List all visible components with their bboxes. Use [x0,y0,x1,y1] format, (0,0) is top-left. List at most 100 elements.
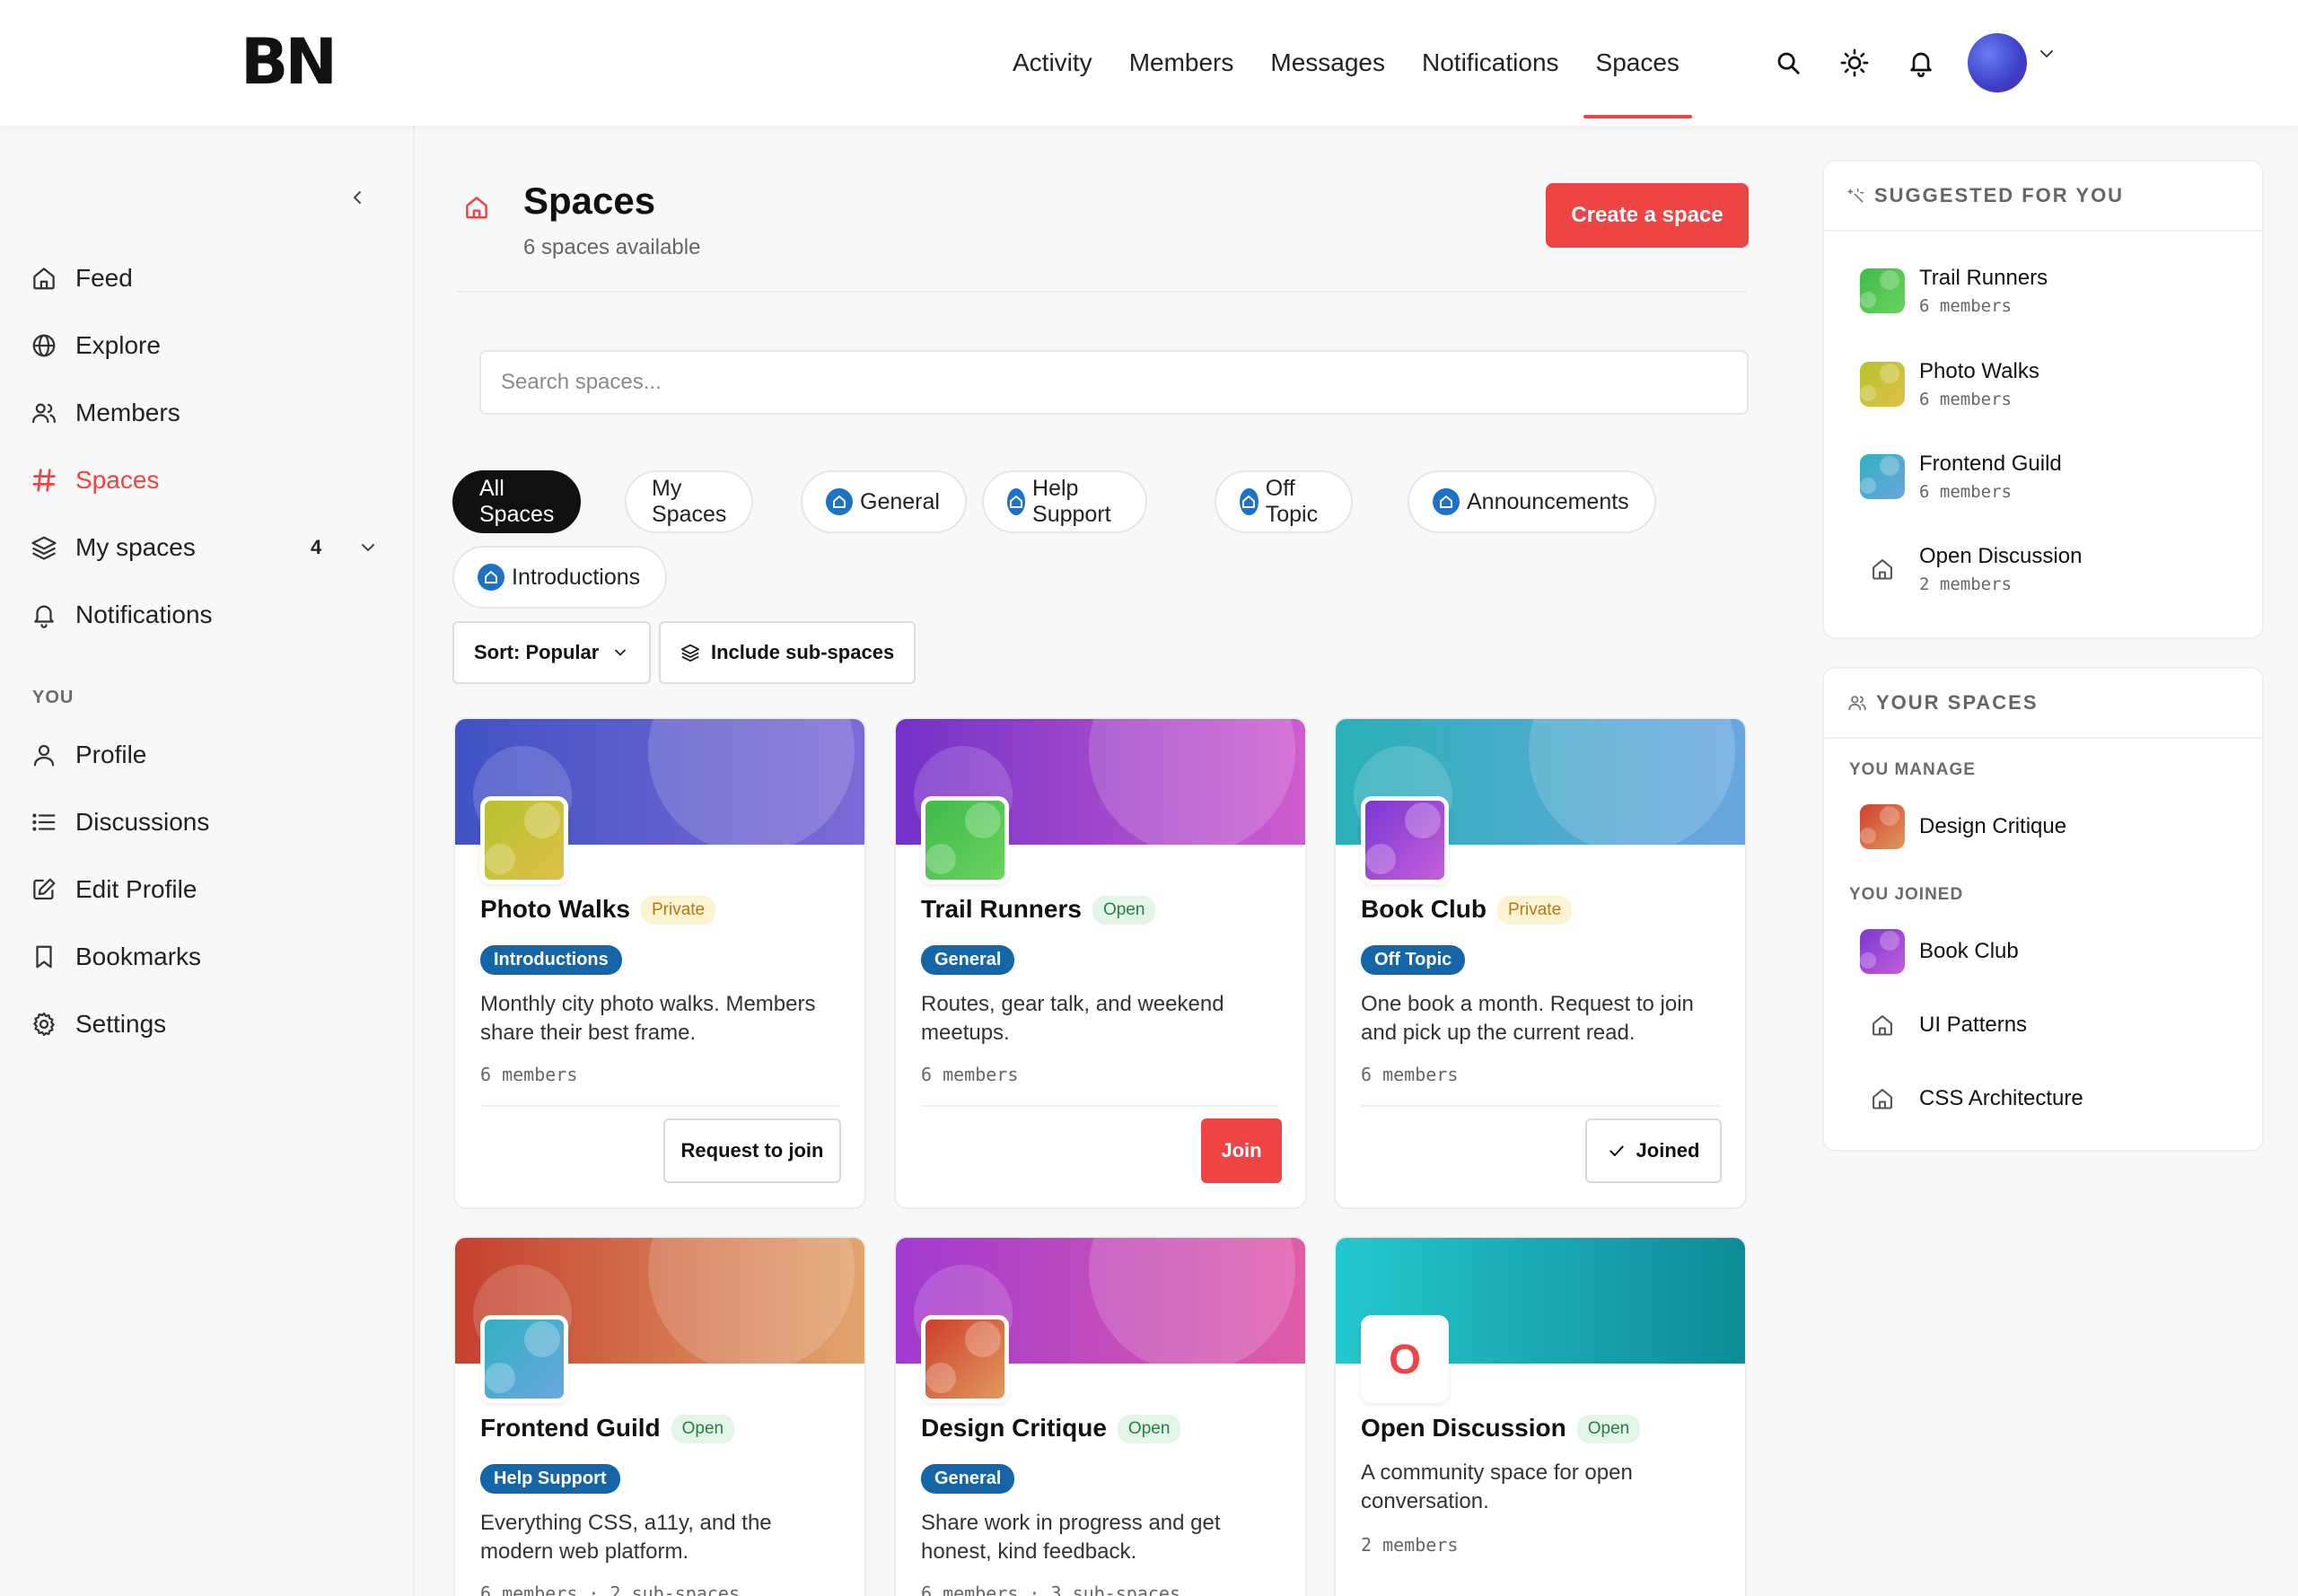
sidebar-item-feed[interactable]: Feed [31,255,390,302]
users-icon [32,403,56,424]
nav-activity[interactable]: Activity [1013,0,1092,126]
sidebar-item-discussions[interactable]: Discussions [31,799,390,846]
chip-help-support[interactable]: Help Support [982,470,1147,533]
check-icon [1609,1145,1624,1156]
you-manage-label: YOU MANAGE [1849,760,1976,779]
space-avatar [1361,796,1449,884]
space-card[interactable]: Photo Walks Private Introductions Monthly… [453,717,866,1209]
bell-icon[interactable] [1901,43,1941,83]
managed-space-item[interactable]: Design Critique [1860,804,2066,849]
search-icon[interactable] [1768,43,1808,83]
member-count: 6 members · 2 sub-spaces [480,1583,740,1596]
subspaces-label: Include sub-spaces [711,641,895,663]
member-count: 6 members · 3 sub-spaces [921,1583,1180,1596]
joined-label: Joined [1636,1139,1700,1162]
space-card[interactable]: Trail Runners Open General Routes, gear t… [894,717,1307,1209]
joined-space-item[interactable]: CSS Architecture [1860,1076,2083,1121]
logo[interactable]: BN [241,25,338,99]
chip-general[interactable]: General [801,470,967,533]
space-title[interactable]: Frontend Guild [480,1414,661,1442]
space-description: Monthly city photo walks. Members share … [480,992,816,1045]
chip-all-spaces[interactable]: All Spaces [452,470,582,533]
suggested-item[interactable]: Frontend Guild 6 members [1860,452,2062,502]
category-badge[interactable]: Introductions [480,945,622,975]
nav-members[interactable]: Members [1129,0,1234,126]
bookmark-icon [36,945,52,969]
chevron-down-icon [615,649,627,656]
category-badge[interactable]: General [921,1464,1015,1494]
category-badge[interactable]: Off Topic [1361,945,1466,975]
member-count: 2 members [1361,1534,1459,1556]
nav-messages[interactable]: Messages [1270,0,1385,126]
space-card[interactable]: O Open Discussion Open A community space … [1334,1236,1747,1596]
space-home-icon [478,564,504,591]
nav-spaces[interactable]: Spaces [1583,0,1693,126]
status-badge: Open [671,1415,735,1443]
chip-announcements[interactable]: Announcements [1408,470,1656,533]
sidebar-item-edit-profile[interactable]: Edit Profile [31,866,390,913]
chip-label: Off Topic [1265,476,1319,527]
create-space-button[interactable]: Create a space [1546,183,1749,248]
space-card[interactable]: Design Critique Open General Share work i… [894,1236,1307,1596]
sidebar-item-notifications[interactable]: Notifications [31,592,390,638]
joined-space-item[interactable]: UI Patterns [1860,1003,2027,1048]
suggested-members: 2 members [1919,574,2012,594]
space-card[interactable]: Book Club Private Off Topic One book a mo… [1334,717,1747,1209]
chevron-down-icon[interactable] [357,537,379,558]
space-avatar [1860,804,1905,849]
chip-my-spaces[interactable]: My Spaces [625,470,754,533]
sidebar-item-settings[interactable]: Settings [31,1001,390,1048]
space-home-icon [826,488,853,515]
chip-label: Announcements [1467,488,1629,514]
space-title[interactable]: Design Critique [921,1414,1107,1442]
category-badge[interactable]: General [921,945,1015,975]
chip-off-topic[interactable]: Off Topic [1215,470,1354,533]
card-title-row: Trail Runners Open [921,895,1156,925]
suggested-title: SUGGESTED FOR YOU [1874,184,2125,206]
chip-introductions[interactable]: Introductions [452,546,668,609]
space-home-icon [1240,488,1259,515]
space-name: UI Patterns [1919,1013,2028,1037]
joined-space-item[interactable]: Book Club [1860,929,2019,974]
space-avatar-letter: O [1361,1315,1449,1403]
space-title[interactable]: Photo Walks [480,895,630,923]
request-to-join-button[interactable]: Request to join [663,1118,841,1183]
sidebar-item-label: Explore [75,331,161,359]
sidebar-item-explore[interactable]: Explore [31,322,390,369]
search-input[interactable] [479,350,1749,415]
top-nav: Activity Members Messages Notifications … [1013,0,1716,126]
space-title[interactable]: Open Discussion [1361,1414,1566,1442]
sidebar-item-profile[interactable]: Profile [31,732,390,778]
sidebar-item-bookmarks[interactable]: Bookmarks [31,934,390,980]
globe-icon [32,334,56,357]
sidebar-item-members[interactable]: Members [31,390,390,436]
status-badge: Open [1576,1415,1641,1443]
suggested-item[interactable]: Trail Runners 6 members [1860,266,2048,316]
sort-dropdown[interactable]: Sort: Popular [452,621,652,684]
user-menu[interactable] [1968,33,2057,92]
space-avatar [1860,929,1905,974]
sidebar-item-spaces[interactable]: Spaces [31,457,390,504]
space-avatar [1860,454,1905,499]
joined-button[interactable]: Joined [1585,1118,1722,1183]
suggested-item[interactable]: Photo Walks 6 members [1860,359,2039,409]
sidebar-item-label: My spaces [75,533,196,561]
space-card[interactable]: Frontend Guild Open Help Support Everythi… [453,1236,866,1596]
collapse-sidebar-button[interactable] [341,181,373,214]
join-button[interactable]: Join [1201,1118,1282,1183]
sidebar-item-my-spaces[interactable]: My spaces 4 [31,524,390,571]
chevron-down-icon [2040,50,2053,58]
include-subspaces-toggle[interactable]: Include sub-spaces [659,621,917,684]
sidebar-section-you: YOU [32,688,75,707]
chevron-left-icon [353,191,361,204]
sun-icon[interactable] [1835,43,1874,83]
sidebar-item-label: Members [75,399,180,426]
bell-icon [34,605,54,628]
layers-icon [680,644,700,662]
avatar[interactable] [1968,33,2027,92]
suggested-item[interactable]: Open Discussion 2 members [1860,544,2082,594]
space-title[interactable]: Trail Runners [921,895,1082,923]
category-badge[interactable]: Help Support [480,1464,620,1494]
space-title[interactable]: Book Club [1361,895,1487,923]
nav-notifications[interactable]: Notifications [1422,0,1559,126]
